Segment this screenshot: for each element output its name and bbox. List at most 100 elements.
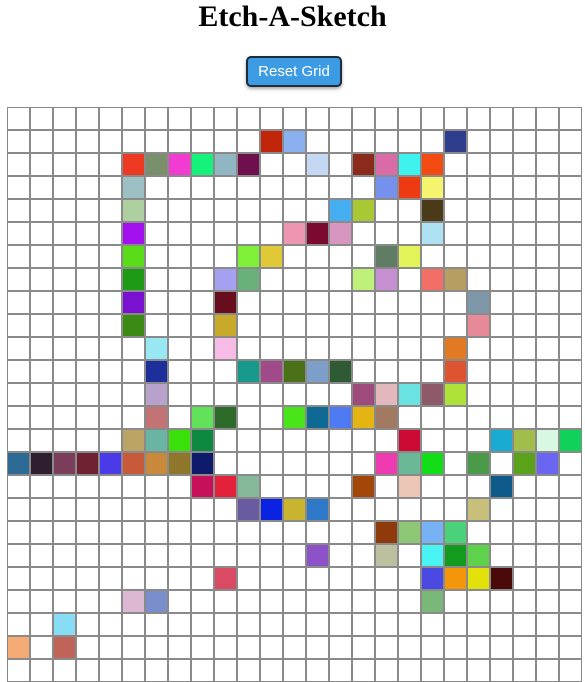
grid-cell[interactable]	[53, 659, 76, 682]
grid-cell[interactable]	[191, 337, 214, 360]
grid-cell[interactable]	[398, 199, 421, 222]
grid-cell[interactable]	[536, 222, 559, 245]
grid-cell[interactable]	[536, 429, 559, 452]
grid-cell[interactable]	[467, 360, 490, 383]
grid-cell[interactable]	[398, 544, 421, 567]
grid-cell[interactable]	[145, 176, 168, 199]
grid-cell[interactable]	[467, 130, 490, 153]
grid-cell[interactable]	[145, 590, 168, 613]
grid-cell[interactable]	[7, 245, 30, 268]
grid-cell[interactable]	[352, 659, 375, 682]
grid-cell[interactable]	[283, 268, 306, 291]
grid-cell[interactable]	[398, 613, 421, 636]
grid-cell[interactable]	[513, 429, 536, 452]
grid-cell[interactable]	[191, 429, 214, 452]
grid-cell[interactable]	[352, 452, 375, 475]
grid-cell[interactable]	[99, 360, 122, 383]
grid-cell[interactable]	[214, 613, 237, 636]
grid-cell[interactable]	[536, 268, 559, 291]
grid-cell[interactable]	[444, 659, 467, 682]
grid-cell[interactable]	[191, 613, 214, 636]
grid-cell[interactable]	[444, 498, 467, 521]
grid-cell[interactable]	[398, 107, 421, 130]
grid-cell[interactable]	[513, 222, 536, 245]
grid-cell[interactable]	[7, 636, 30, 659]
grid-cell[interactable]	[444, 245, 467, 268]
grid-cell[interactable]	[513, 199, 536, 222]
grid-cell[interactable]	[99, 659, 122, 682]
grid-cell[interactable]	[53, 176, 76, 199]
grid-cell[interactable]	[352, 153, 375, 176]
grid-cell[interactable]	[214, 659, 237, 682]
grid-cell[interactable]	[306, 107, 329, 130]
grid-cell[interactable]	[122, 406, 145, 429]
grid-cell[interactable]	[260, 452, 283, 475]
grid-cell[interactable]	[467, 429, 490, 452]
grid-cell[interactable]	[237, 498, 260, 521]
grid-cell[interactable]	[214, 222, 237, 245]
grid-cell[interactable]	[375, 590, 398, 613]
grid-cell[interactable]	[260, 498, 283, 521]
grid-cell[interactable]	[352, 176, 375, 199]
grid-cell[interactable]	[7, 406, 30, 429]
grid-cell[interactable]	[421, 291, 444, 314]
grid-cell[interactable]	[283, 314, 306, 337]
grid-cell[interactable]	[53, 314, 76, 337]
grid-cell[interactable]	[283, 429, 306, 452]
grid-cell[interactable]	[559, 176, 582, 199]
grid-cell[interactable]	[260, 107, 283, 130]
grid-cell[interactable]	[122, 153, 145, 176]
grid-cell[interactable]	[260, 567, 283, 590]
grid-cell[interactable]	[7, 107, 30, 130]
grid-cell[interactable]	[352, 199, 375, 222]
grid-cell[interactable]	[76, 567, 99, 590]
grid-cell[interactable]	[191, 176, 214, 199]
grid-cell[interactable]	[76, 429, 99, 452]
grid-cell[interactable]	[283, 153, 306, 176]
grid-cell[interactable]	[559, 613, 582, 636]
grid-cell[interactable]	[490, 613, 513, 636]
grid-cell[interactable]	[168, 130, 191, 153]
grid-cell[interactable]	[421, 360, 444, 383]
grid-cell[interactable]	[329, 544, 352, 567]
grid-cell[interactable]	[260, 590, 283, 613]
grid-cell[interactable]	[76, 153, 99, 176]
grid-cell[interactable]	[191, 153, 214, 176]
grid-cell[interactable]	[283, 107, 306, 130]
grid-cell[interactable]	[237, 613, 260, 636]
grid-cell[interactable]	[329, 222, 352, 245]
grid-cell[interactable]	[444, 475, 467, 498]
grid-cell[interactable]	[375, 337, 398, 360]
grid-cell[interactable]	[53, 383, 76, 406]
grid-cell[interactable]	[99, 199, 122, 222]
grid-cell[interactable]	[191, 245, 214, 268]
grid-cell[interactable]	[398, 452, 421, 475]
grid-cell[interactable]	[214, 153, 237, 176]
grid-cell[interactable]	[444, 521, 467, 544]
grid-cell[interactable]	[7, 613, 30, 636]
grid-cell[interactable]	[444, 222, 467, 245]
grid-cell[interactable]	[168, 590, 191, 613]
grid-cell[interactable]	[536, 360, 559, 383]
grid-cell[interactable]	[444, 337, 467, 360]
grid-cell[interactable]	[7, 521, 30, 544]
grid-cell[interactable]	[559, 567, 582, 590]
grid-cell[interactable]	[237, 590, 260, 613]
grid-cell[interactable]	[329, 613, 352, 636]
grid-cell[interactable]	[536, 590, 559, 613]
grid-cell[interactable]	[168, 406, 191, 429]
grid-cell[interactable]	[283, 406, 306, 429]
grid-cell[interactable]	[375, 314, 398, 337]
grid-cell[interactable]	[536, 521, 559, 544]
grid-cell[interactable]	[237, 452, 260, 475]
grid-cell[interactable]	[513, 475, 536, 498]
grid-cell[interactable]	[168, 567, 191, 590]
grid-cell[interactable]	[214, 429, 237, 452]
grid-cell[interactable]	[283, 567, 306, 590]
grid-cell[interactable]	[76, 613, 99, 636]
grid-cell[interactable]	[513, 268, 536, 291]
grid-cell[interactable]	[122, 636, 145, 659]
grid-cell[interactable]	[398, 567, 421, 590]
grid-cell[interactable]	[214, 452, 237, 475]
grid-cell[interactable]	[398, 222, 421, 245]
